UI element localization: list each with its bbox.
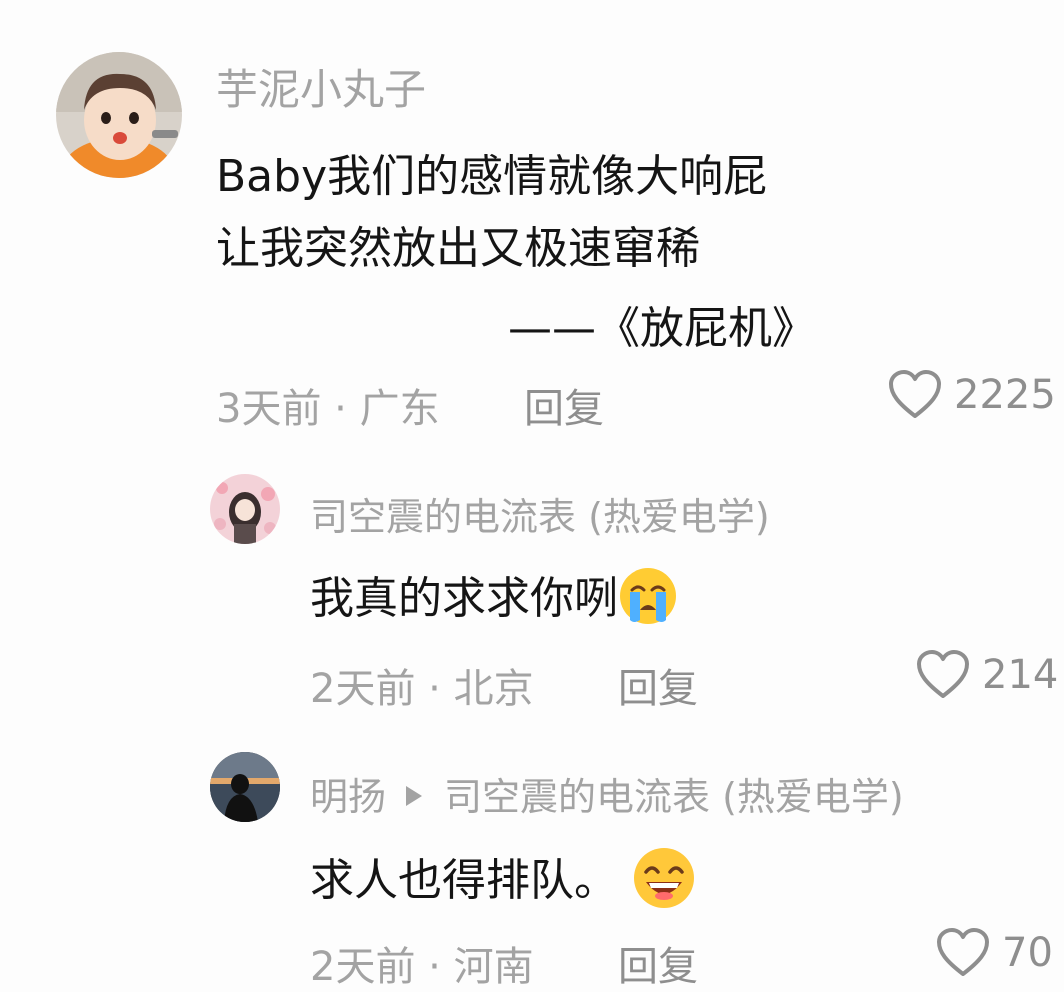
timestamp: 3天前 xyxy=(216,386,322,432)
meta-separator: · xyxy=(321,386,360,432)
like-button[interactable]: 2225 xyxy=(888,370,1056,420)
comment-text-line: 让我突然放出又极速窜稀 xyxy=(216,223,700,274)
comment-meta: 2天前 · 北京 xyxy=(310,656,534,714)
comment-text-line: ——《放屁机》 xyxy=(508,303,816,354)
timestamp: 2天前 xyxy=(310,944,416,990)
location: 河南 xyxy=(453,944,534,990)
grinning-face-emoji xyxy=(632,846,696,921)
reply-button[interactable]: 回复 xyxy=(618,656,698,714)
comment-meta: 2天前 · 河南 xyxy=(310,934,534,992)
reply-to-username[interactable]: 司空震的电流表 (热爱电学) xyxy=(444,775,904,819)
like-count: 214 xyxy=(982,652,1059,698)
like-button[interactable]: 70 xyxy=(936,928,1053,978)
like-count: 2225 xyxy=(954,372,1056,418)
username[interactable]: 司空震的电流表 (热爱电学) xyxy=(310,486,770,541)
crying-face-emoji xyxy=(618,566,678,637)
comment-text: 求人也得排队。 xyxy=(310,844,696,921)
reply-button[interactable]: 回复 xyxy=(524,376,604,434)
comment-text: 我真的求求你咧 xyxy=(310,562,678,637)
location: 广东 xyxy=(359,386,440,432)
avatar[interactable] xyxy=(210,474,280,544)
username[interactable]: 芋泥小丸子 xyxy=(216,56,426,117)
location: 北京 xyxy=(453,666,534,712)
meta-separator: · xyxy=(415,666,454,712)
like-count: 70 xyxy=(1002,930,1053,976)
comment-text-body: 求人也得排队。 xyxy=(310,855,618,906)
meta-separator: · xyxy=(415,944,454,990)
avatar[interactable] xyxy=(210,752,280,822)
reply-arrow-icon xyxy=(406,785,423,806)
reply-button[interactable]: 回复 xyxy=(618,934,698,992)
heart-icon xyxy=(888,370,942,420)
comment-text-body: 我真的求求你咧 xyxy=(310,573,618,624)
avatar[interactable] xyxy=(56,52,182,178)
like-button[interactable]: 214 xyxy=(916,650,1058,700)
comment-meta: 3天前 · 广东 xyxy=(216,376,440,434)
heart-icon xyxy=(936,928,990,978)
username-line: 明扬 司空震的电流表 (热爱电学) xyxy=(310,766,904,821)
heart-icon xyxy=(916,650,970,700)
username[interactable]: 明扬 xyxy=(310,775,386,819)
comment-text-line: Baby我们的感情就像大响屁 xyxy=(216,151,768,202)
timestamp: 2天前 xyxy=(310,666,416,712)
